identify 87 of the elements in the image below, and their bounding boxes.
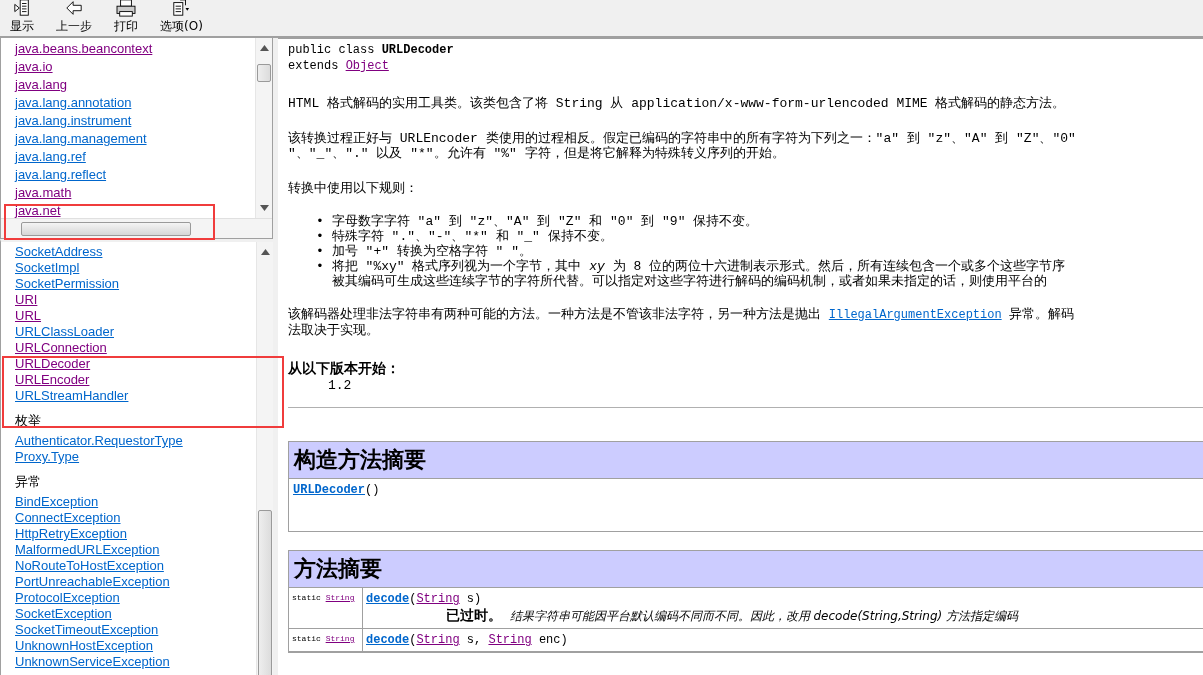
toolbar-button[interactable]: 显示: [10, 0, 34, 35]
type-link[interactable]: String: [488, 633, 532, 647]
scroll-thumb[interactable]: [258, 510, 272, 675]
toolbar-button[interactable]: 选项(O): [160, 0, 203, 35]
class-link[interactable]: URLDecoder: [15, 356, 91, 372]
type-link[interactable]: String: [325, 593, 355, 602]
since-label: 从以下版本开始：: [288, 360, 400, 378]
rule-item: 字母数字字符 "a" 到 "z"、"A" 到 "Z" 和 "0" 到 "9" 保持不变。: [331, 214, 759, 229]
class-link[interactable]: URLClassLoader: [15, 324, 114, 340]
method-link[interactable]: decode: [366, 592, 410, 606]
section-heading: 异常: [15, 473, 41, 491]
package-link[interactable]: java.lang: [15, 76, 68, 94]
class-link[interactable]: URI: [15, 292, 38, 308]
package-link[interactable]: java.net: [15, 202, 61, 218]
class-link[interactable]: NoRouteToHostException: [15, 558, 164, 574]
class-link[interactable]: SocketImpl: [15, 260, 80, 276]
scroll-thumb[interactable]: [21, 222, 191, 236]
scroll-down-icon[interactable]: [259, 205, 269, 211]
package-link[interactable]: java.lang.instrument: [15, 112, 132, 130]
description-text: "、"_"、"." 以及 "*"。允许有 "%" 字符，但是将它解释为特殊转义序列的开始。: [288, 146, 785, 161]
package-link[interactable]: java.lang.management: [15, 130, 147, 148]
package-link[interactable]: java.lang.annotation: [15, 94, 132, 112]
bullet: •: [316, 214, 324, 229]
parameter-list: (): [365, 483, 380, 497]
bullet: •: [316, 259, 324, 274]
bullet: •: [316, 244, 324, 259]
rule-item: 将把 "%xy" 格式序列视为一个字节，其中 xy 为 8 位的两位十六进制表示形式。然后，所有连续包含一个或多个这些字节序 被其编码可生成这些连续字节的字符所代替。可以指定对这些字符进行解码的编码机制，或者如果未指定的话，则使用平台的: [331, 259, 1066, 289]
toolbar-button[interactable]: 打印: [114, 0, 138, 35]
scroll-up-icon[interactable]: [259, 45, 269, 51]
scroll-up-icon[interactable]: [260, 249, 270, 255]
description-text: 该转换过程正好与 URLEncoder 类使用的过程相反。假定已编码的字符串中的所有字符为下列之一："a" 到 "z"、"A" 到 "Z"、"0": [288, 131, 1076, 146]
deprecation-note: 已过时。 结果字符串可能因平台默认编码不同而不同。因此，改用 decode(String,String) 方法指定编码: [446, 607, 1020, 625]
class-link[interactable]: PortUnreachableException: [15, 574, 170, 590]
class-link[interactable]: URLEncoder: [15, 372, 90, 388]
printer-icon: [116, 0, 136, 17]
class-link[interactable]: SocketAddress: [15, 244, 103, 260]
type-link[interactable]: String: [416, 592, 460, 606]
class-link[interactable]: MalformedURLException: [15, 542, 160, 558]
package-link[interactable]: java.lang.reflect: [15, 166, 107, 184]
back-arrow-icon: [64, 0, 84, 17]
class-link[interactable]: SocketException: [15, 606, 112, 622]
class-link[interactable]: ConnectException: [15, 510, 121, 526]
table-heading: 方法摘要: [289, 551, 1203, 588]
package-link[interactable]: java.beans.beancontext: [15, 40, 153, 58]
section-heading: 枚举: [15, 412, 41, 430]
method-signature: decode(String s): [366, 591, 483, 607]
class-link[interactable]: SocketTimeoutException: [15, 622, 159, 638]
exception-link[interactable]: IllegalArgumentException: [828, 308, 1002, 322]
vertical-scrollbar[interactable]: [256, 242, 273, 675]
constructor-link[interactable]: URLDecoder: [293, 483, 365, 497]
package-link[interactable]: java.lang.ref: [15, 148, 86, 166]
class-link[interactable]: URLStreamHandler: [15, 388, 129, 404]
show-pane-icon: [12, 0, 32, 17]
package-link[interactable]: java.math: [15, 184, 72, 202]
class-link[interactable]: URLConnection: [15, 340, 107, 356]
superclass-link[interactable]: Object: [345, 59, 389, 73]
modifier: static: [292, 634, 321, 643]
vertical-scrollbar[interactable]: [255, 38, 272, 218]
class-link[interactable]: Proxy.Type: [15, 449, 80, 465]
class-link[interactable]: ProtocolException: [15, 590, 120, 606]
options-icon: [171, 0, 192, 17]
class-link[interactable]: HttpRetryException: [15, 526, 127, 542]
scroll-thumb[interactable]: [257, 64, 271, 82]
type-link[interactable]: String: [416, 633, 460, 647]
bullet: •: [316, 229, 324, 244]
horizontal-scrollbar[interactable]: [1, 218, 272, 238]
description-text: HTML 格式解码的实用工具类。该类包含了将 String 从 application/x-www-form-urlencoded MIME 格式解码的静态方法。: [288, 96, 1066, 111]
extends-keyword: extends: [288, 59, 339, 73]
class-declaration: public class URLDecoder: [288, 43, 454, 58]
class-link[interactable]: URL: [15, 308, 41, 324]
class-link[interactable]: BindException: [15, 494, 99, 510]
class-link[interactable]: Authenticator.RequestorType: [15, 433, 183, 449]
rule-item: 特殊字符 "."、"-"、"*" 和 "_" 保持不变。: [331, 229, 613, 244]
type-link[interactable]: String: [325, 634, 355, 643]
modifier: static: [292, 593, 321, 602]
class-link[interactable]: UnknownHostException: [15, 638, 154, 654]
description-text: 该解码器处理非法字符串有两种可能的方法。一种方法是不管该非法字符，另一种方法是抛出 IllegalArgumentException 异常。解码 法取决于实现。: [288, 307, 1075, 338]
rule-item: 加号 "+" 转换为空格字符 " "。: [331, 244, 533, 259]
description-text: 转换中使用以下规则：: [288, 181, 418, 196]
toolbar-button[interactable]: 上一步: [56, 0, 92, 35]
method-link[interactable]: decode: [366, 633, 410, 647]
class-link[interactable]: SocketPermission: [15, 276, 120, 292]
package-link[interactable]: java.io: [15, 58, 53, 76]
since-version: 1.2: [328, 378, 352, 393]
class-link[interactable]: UnknownServiceException: [15, 654, 170, 670]
method-signature: decode(String s, String enc): [366, 632, 569, 648]
table-heading: 构造方法摘要: [289, 442, 1203, 479]
